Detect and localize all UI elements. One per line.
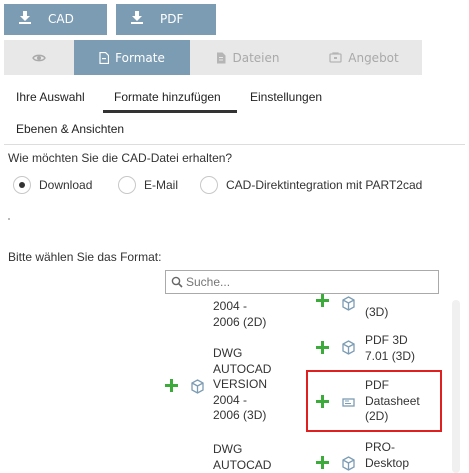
radio-download-label[interactable]: Download <box>39 178 92 192</box>
search-input[interactable] <box>186 273 434 291</box>
format-item-dwg-2004-2d-partial: 2004 - 2006 (2D) <box>213 299 267 329</box>
format-item-3d-partial: (3D) <box>365 305 389 319</box>
active-subnav-indicator <box>103 110 237 113</box>
radio-cad-direct-label[interactable]: CAD-Direktintegration mit PART2cad <box>226 178 422 192</box>
add-format-plus-icon[interactable] <box>316 341 329 354</box>
highlight-box <box>306 370 442 432</box>
pdf-button-label: PDF <box>160 12 184 26</box>
cube-icon <box>191 379 204 394</box>
subnav-formate-hinzufuegen[interactable]: Formate hinzufügen <box>114 90 221 104</box>
cad-download-button[interactable]: CAD <box>4 4 107 35</box>
format-item-dwg-autocad-partial: DWG AUTOCAD <box>213 442 272 472</box>
cart-icon <box>329 51 342 63</box>
format-item-dwg-2004-3d: DWG AUTOCAD VERSION 2004 - 2006 (3D) <box>213 346 272 422</box>
subnav-ebenen-ansichten[interactable]: Ebenen & Ansichten <box>16 122 124 136</box>
tab-dateien-label: Dateien <box>232 50 280 65</box>
tab-bar: Formate Dateien Angebot <box>4 40 422 75</box>
small-dot <box>8 218 10 220</box>
radio-download[interactable] <box>13 176 31 194</box>
add-format-plus-icon[interactable] <box>316 294 329 307</box>
pdf-download-button[interactable]: PDF <box>116 4 216 35</box>
subnav-divider <box>4 144 465 145</box>
cube-icon <box>342 340 355 355</box>
download-icon <box>19 11 31 24</box>
document-icon <box>99 51 110 64</box>
format-list-scrollbar[interactable] <box>452 300 460 473</box>
tab-formate-label: Formate <box>115 50 165 65</box>
radio-email-label[interactable]: E-Mail <box>144 178 178 192</box>
cube-icon <box>342 296 355 311</box>
eye-icon <box>32 54 46 61</box>
tab-angebot[interactable]: Angebot <box>306 40 422 75</box>
add-format-plus-icon[interactable] <box>316 456 329 469</box>
delivery-question: Wie möchten Sie die CAD-Datei erhalten? <box>8 151 233 165</box>
radio-email[interactable] <box>118 176 136 194</box>
tab-dateien[interactable]: Dateien <box>190 40 306 75</box>
radio-cad-direct[interactable] <box>200 176 218 194</box>
subnav-ihre-auswahl[interactable]: Ihre Auswahl <box>16 90 85 104</box>
format-search[interactable] <box>165 270 439 294</box>
file-icon <box>217 52 226 63</box>
format-label: Bitte wählen Sie das Format: <box>8 250 162 264</box>
search-icon <box>171 276 183 288</box>
tab-formate[interactable]: Formate <box>74 40 190 75</box>
download-icon <box>131 11 143 24</box>
cad-button-label: CAD <box>48 12 74 26</box>
tab-angebot-label: Angebot <box>348 50 399 65</box>
subnav-einstellungen[interactable]: Einstellungen <box>250 90 322 104</box>
format-item-pdf-3d: PDF 3D 7.01 (3D) <box>365 333 416 363</box>
tab-preview[interactable] <box>4 40 74 75</box>
format-item-pro-desktop: PRO- Desktop <box>365 440 410 470</box>
add-format-plus-icon[interactable] <box>165 379 178 392</box>
cube-icon <box>342 456 355 471</box>
